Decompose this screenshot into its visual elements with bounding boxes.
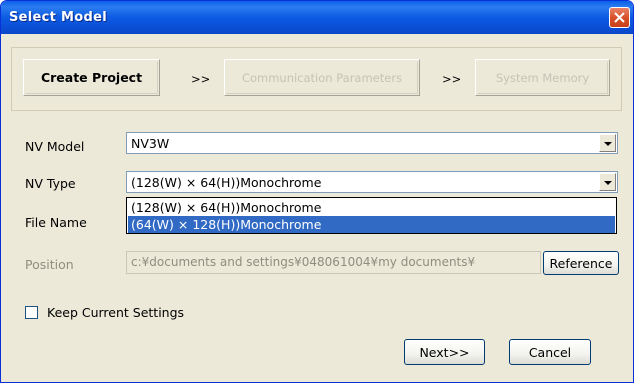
nv-model-value: NV3W [131,136,170,151]
step-communication-parameters: Communication Parameters [224,59,420,96]
close-button[interactable] [609,7,630,28]
wizard-steps: Create Project >> Communication Paramete… [11,47,622,111]
step-system-memory: System Memory [475,59,610,96]
step-arrow-1: >> [191,72,211,86]
nv-model-select[interactable]: NV3W [126,132,618,154]
title-bar[interactable]: Select Model [1,1,633,34]
nv-type-dropdown-list: (128(W) × 64(H))Monochrome (64(W) × 128(… [126,197,617,234]
cancel-button[interactable]: Cancel [509,339,591,365]
position-value: c:¥documents and settings¥048061004¥my d… [131,255,476,269]
chevron-down-icon[interactable] [599,134,616,152]
window-title: Select Model [9,10,107,25]
next-button-label: Next>> [419,344,470,360]
step-create-project: Create Project [23,59,160,96]
file-name-label: File Name [25,215,87,230]
nv-type-value: (128(W) × 64(H))Monochrome [131,175,322,190]
nv-type-label: NV Type [25,176,76,191]
next-button[interactable]: Next>> [404,339,485,365]
chevron-down-icon[interactable] [599,173,616,191]
nv-type-option-selected[interactable]: (64(W) × 128(H))Monochrome [128,216,615,233]
reference-button-label: Reference [549,255,613,271]
cancel-button-label: Cancel [528,344,572,360]
close-icon [614,12,625,23]
keep-settings-checkbox[interactable] [25,306,38,319]
nv-type-select[interactable]: (128(W) × 64(H))Monochrome [126,171,618,193]
reference-button[interactable]: Reference [543,251,619,275]
position-field[interactable]: c:¥documents and settings¥048061004¥my d… [126,251,541,274]
nv-model-label: NV Model [25,139,85,154]
nv-type-option[interactable]: (128(W) × 64(H))Monochrome [128,199,615,216]
step-arrow-2: >> [442,72,462,86]
position-label: Position [25,257,74,272]
select-model-dialog: Select Model Create Project >> Communica… [0,0,634,383]
keep-settings-label: Keep Current Settings [47,305,185,320]
